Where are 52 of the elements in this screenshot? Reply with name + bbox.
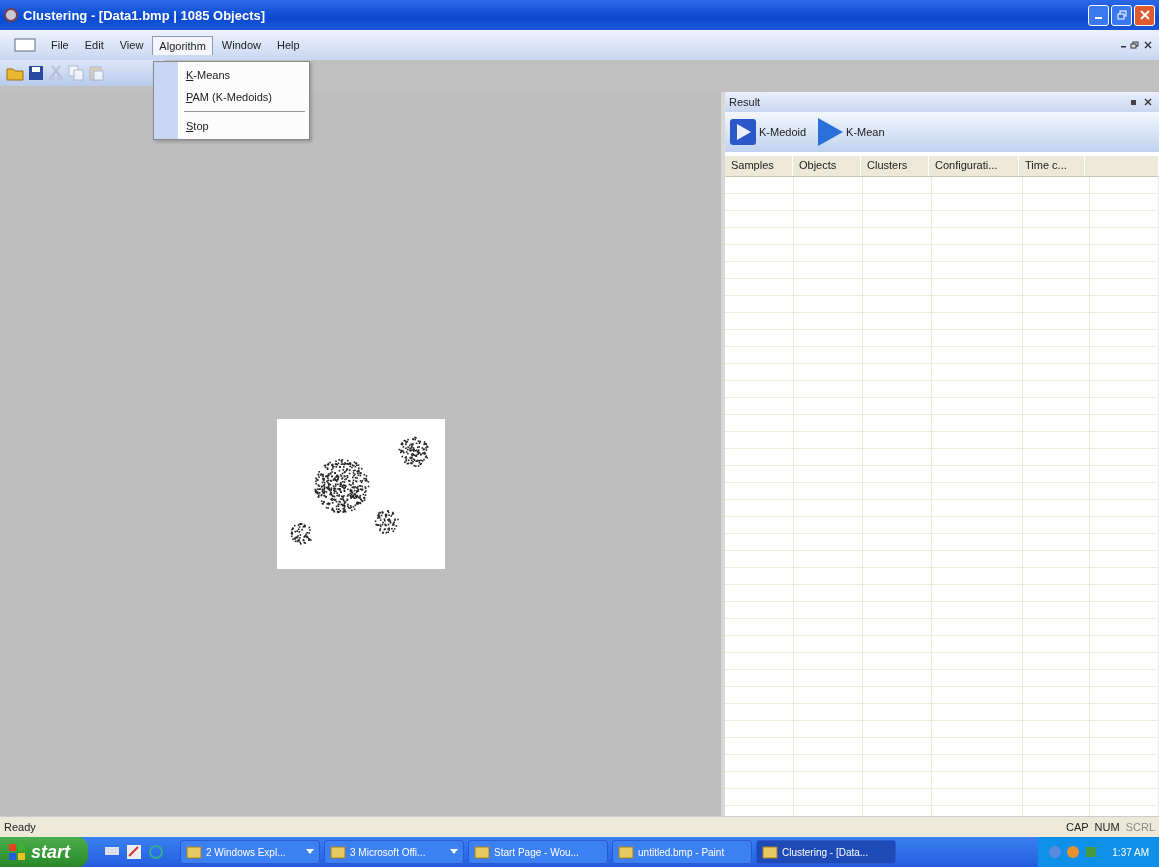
menu-option[interactable]: Stop — [154, 115, 309, 137]
key-indicator: NUM — [1094, 821, 1120, 833]
tray-icon — [1084, 845, 1099, 859]
column-header[interactable]: Samples — [725, 156, 793, 176]
close-button[interactable] — [1134, 4, 1155, 26]
window-icon — [330, 845, 346, 859]
column-header[interactable]: Configurati... — [929, 156, 1019, 176]
mdi-controls-icon — [1119, 40, 1153, 50]
document-icon — [14, 38, 36, 52]
menu-item[interactable]: Help — [269, 35, 307, 55]
menu-option[interactable]: K-Means — [154, 64, 309, 86]
window-title: Clustering - [Data1.bmp | 1085 Objects] — [23, 7, 267, 23]
minimize-icon — [1095, 17, 1102, 19]
menu-option[interactable]: PAM (K-Medoids) — [154, 86, 309, 108]
window-icon — [474, 845, 490, 859]
quick-launch-icon[interactable] — [126, 844, 142, 860]
taskbar-button[interactable]: 2 Windows Expl... — [180, 840, 320, 864]
taskbar-button[interactable]: Clustering - [Data... — [756, 840, 896, 864]
run-button[interactable]: K-Mean — [816, 117, 885, 147]
play-icon — [729, 118, 757, 146]
column-header[interactable]: Clusters — [861, 156, 929, 176]
save-icon[interactable] — [28, 65, 44, 81]
window-icon — [618, 845, 634, 859]
status-text: Ready — [4, 821, 36, 833]
restore-icon — [1116, 10, 1127, 20]
column-header[interactable]: Time c... — [1019, 156, 1085, 176]
taskbar-button[interactable]: untitled.bmp - Paint — [612, 840, 752, 864]
menu-item[interactable]: File — [44, 35, 76, 55]
menu-item[interactable]: Algorithm — [152, 35, 213, 55]
taskbar-button[interactable]: Start Page - Wou... — [468, 840, 608, 864]
minimize-button[interactable] — [1088, 4, 1109, 26]
quick-launch-icon[interactable] — [104, 844, 120, 858]
panel-title: Result — [729, 96, 761, 108]
menu-item[interactable]: View — [112, 35, 151, 55]
windows-logo-icon — [8, 843, 26, 861]
start-button[interactable]: start — [0, 837, 88, 867]
tray-icon — [1066, 845, 1081, 859]
menu-item[interactable]: Window — [214, 35, 268, 55]
window-icon — [762, 845, 778, 859]
restore-button[interactable] — [1111, 4, 1132, 26]
app-icon — [4, 8, 18, 22]
window-icon — [186, 845, 202, 859]
clock: 1:37 AM — [1112, 846, 1149, 858]
key-indicator: CAP — [1065, 821, 1089, 833]
column-header[interactable]: Objects — [793, 156, 861, 176]
menu-item[interactable]: Edit — [77, 35, 111, 55]
close-icon — [1139, 10, 1150, 20]
key-indicator: SCRL — [1125, 821, 1155, 833]
play-icon — [816, 117, 845, 147]
tray-icon — [1048, 845, 1063, 859]
run-button[interactable]: K-Medoid — [729, 118, 807, 146]
taskbar-button[interactable]: 3 Microsoft Offi... — [324, 840, 464, 864]
